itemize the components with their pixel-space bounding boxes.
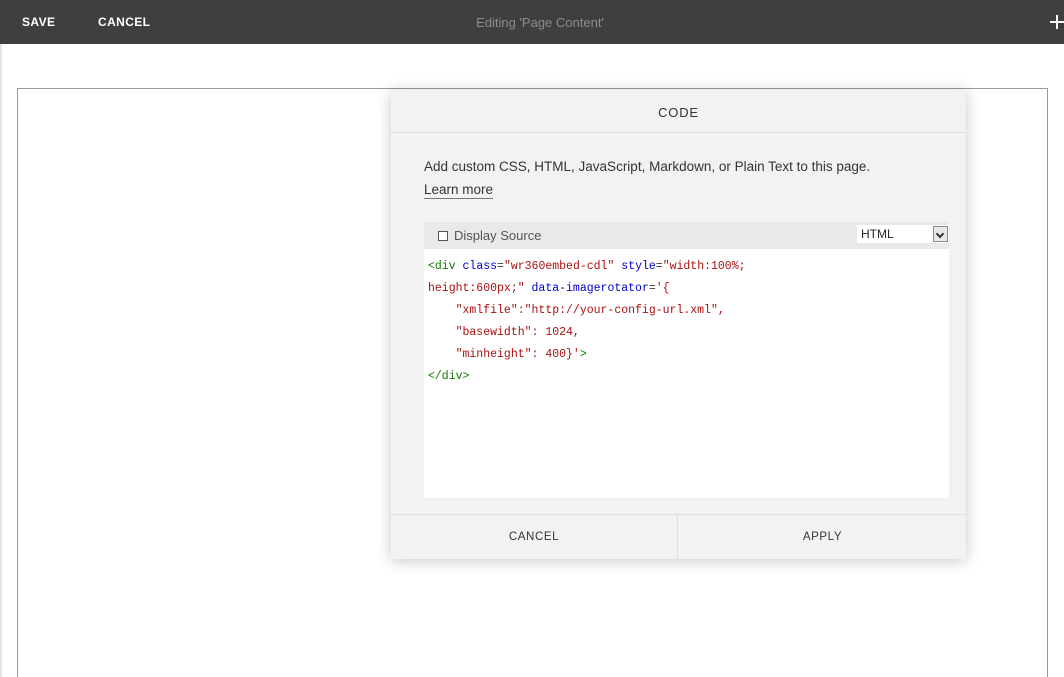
code-token: = <box>648 282 656 295</box>
code-token: style <box>614 260 656 273</box>
dialog-title: CODE <box>391 90 966 133</box>
code-token: = <box>497 260 504 273</box>
code-line: "basewidth": 1024, <box>428 322 945 344</box>
learn-more-link[interactable]: Learn more <box>424 182 494 199</box>
code-token: = <box>655 260 663 273</box>
display-source-checkbox[interactable] <box>438 231 448 241</box>
dialog-description: Add custom CSS, HTML, JavaScript, Markdo… <box>424 159 871 174</box>
code-token: "xmlfile":"http://your-config-url.xml", <box>428 304 725 317</box>
code-token: "wr360embed-cdl" <box>503 260 615 273</box>
language-select-value: HTML <box>861 227 894 241</box>
dialog-cancel-button[interactable]: CANCEL <box>391 515 678 559</box>
editor-header: Display Source HTML <box>424 222 949 249</box>
code-editor[interactable]: <div class="wr360embed-cdl" style="width… <box>424 249 949 498</box>
code-line: "xmlfile":"http://your-config-url.xml", <box>428 300 945 322</box>
code-token: </div> <box>428 370 470 383</box>
code-token: <div <box>428 260 463 273</box>
code-token: data-imagerotator <box>524 282 649 295</box>
left-divider <box>0 44 2 677</box>
code-token: "minheight": 400}' <box>428 348 580 361</box>
code-token: "basewidth": 1024, <box>428 326 580 339</box>
top-toolbar: SAVE CANCEL Editing 'Page Content' <box>0 0 1064 44</box>
code-token: height:600px;" <box>428 282 525 295</box>
code-line: </div> <box>428 366 945 388</box>
code-block-dialog: CODE Add custom CSS, HTML, JavaScript, M… <box>391 90 966 559</box>
code-line: height:600px;" data-imagerotator='{ <box>428 278 945 300</box>
chevron-down-icon[interactable] <box>933 226 948 242</box>
plus-icon[interactable] <box>1050 10 1064 32</box>
code-token: "width:100%; <box>662 260 746 273</box>
display-source-label: Display Source <box>454 228 542 243</box>
code-line: "minheight": 400}'> <box>428 344 945 366</box>
apply-button[interactable]: APPLY <box>679 515 966 559</box>
code-token: class <box>462 260 498 273</box>
code-token: '{ <box>655 282 670 295</box>
dialog-footer: CANCEL APPLY <box>391 514 966 559</box>
code-line: <div class="wr360embed-cdl" style="width… <box>428 256 945 278</box>
code-token: > <box>579 348 587 361</box>
language-select[interactable]: HTML <box>857 225 949 243</box>
editor-title: Editing 'Page Content' <box>476 15 604 30</box>
